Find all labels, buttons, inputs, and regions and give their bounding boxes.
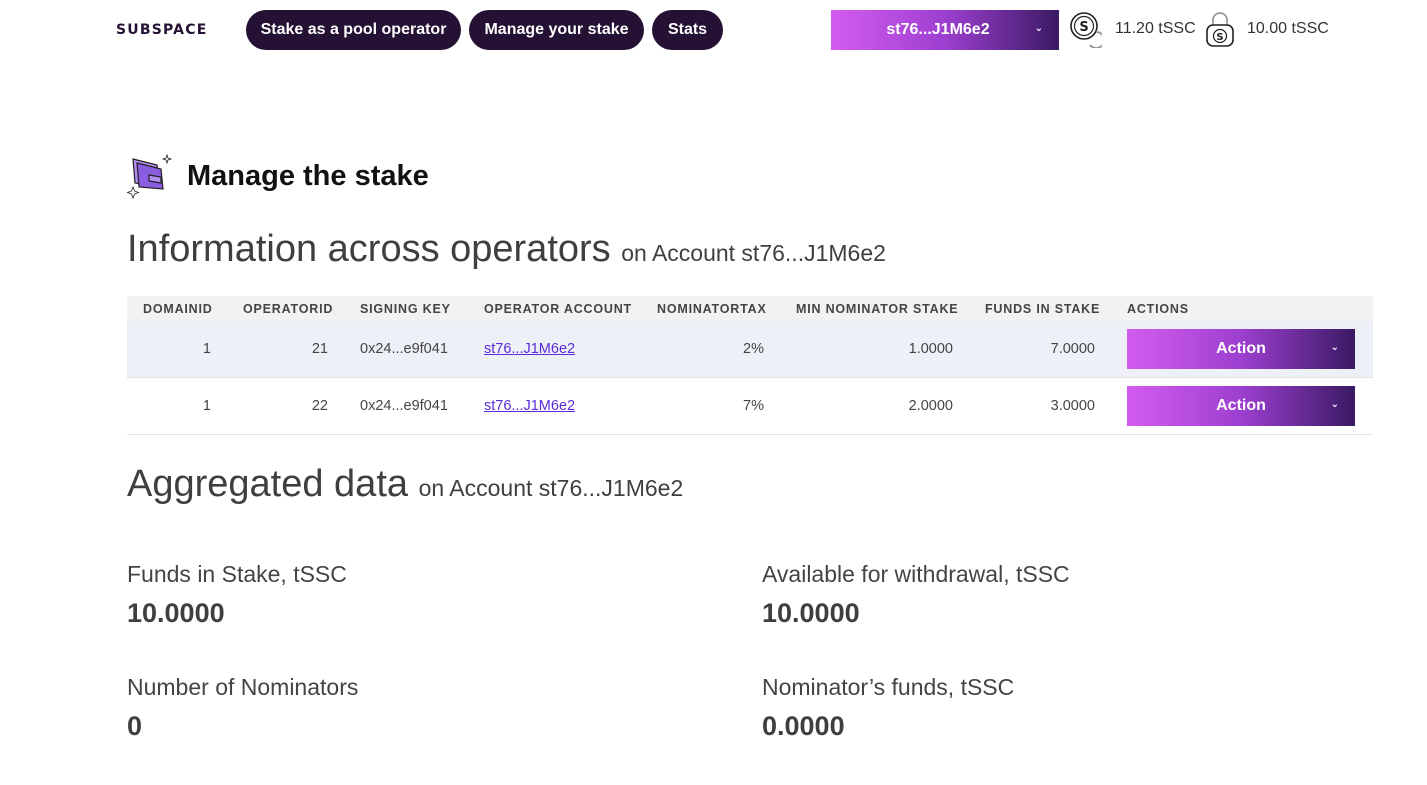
action-button[interactable]: Action ⌄ [1127,386,1355,426]
chevron-down-icon: ⌄ [1034,23,1043,34]
stat-value-nominators-funds: 0.0000 [762,711,845,741]
nav-stats-button[interactable]: Stats [652,10,723,50]
aggregated-section-title: Aggregated data on Account st76...J1M6e2 [127,463,683,506]
col-signing-key: SIGNING KEY [360,301,451,316]
chevron-down-icon: ⌄ [1330,342,1339,353]
cell-min-nominator-stake: 2.0000 [908,398,953,414]
stat-label-available-withdrawal: Available for withdrawal, tSSC [762,561,1070,587]
nav-stake-pool-operator-button[interactable]: Stake as a pool operator [246,10,461,50]
operator-account-link[interactable]: st76...J1M6e2 [484,341,575,357]
cell-domainid: 1 [202,341,211,357]
svg-text:S: S [1079,20,1088,35]
cell-operatorid: 21 [311,341,328,357]
col-operatorid: OPERATORID [243,301,334,316]
locked-coin-icon: S [1206,12,1234,47]
aggregated-title: Aggregated data [127,463,409,505]
cell-signing-key: 0x24...e9f041 [360,398,448,414]
cell-nominatortax: 7% [743,398,764,414]
stat-label-nominators-funds: Nominator’s funds, tSSC [762,674,1015,700]
info-section-title: Information across operators on Account … [127,228,886,271]
svg-text:S: S [1216,32,1223,43]
table-row: 1 22 0x24...e9f041 st76...J1M6e2 7% 2.00… [127,378,1373,435]
cell-funds-in-stake: 7.0000 [1050,341,1095,357]
col-actions: ACTIONS [1127,301,1189,316]
table-header: DOMAINID OPERATORID SIGNING KEY OPERATOR… [127,296,1373,321]
col-domainid: DOMAINID [143,301,213,316]
subspace-logo[interactable]: SUBSPACE [116,22,207,38]
cell-min-nominator-stake: 1.0000 [908,341,953,357]
coin-icon: S [1070,12,1102,48]
balance-staked: 10.00 tSSC [1247,20,1329,37]
stat-value-num-nominators: 0 [127,711,143,741]
page-title: Manage the stake [187,160,429,192]
info-subtitle: on Account st76...J1M6e2 [621,240,886,266]
cell-domainid: 1 [202,398,211,414]
account-selector[interactable]: st76...J1M6e2 ⌄ [831,10,1059,50]
col-nominatortax: NOMINATORTAX [657,301,767,316]
col-funds-in-stake: FUNDS IN STAKE [985,301,1101,316]
balance-total: 11.20 tSSC [1115,20,1196,37]
wallet-icon [127,153,173,199]
operators-table: DOMAINID OPERATORID SIGNING KEY OPERATOR… [127,296,1373,435]
cell-signing-key: 0x24...e9f041 [360,341,448,357]
stat-label-num-nominators: Number of Nominators [127,674,359,700]
cell-funds-in-stake: 3.0000 [1050,398,1095,414]
action-button[interactable]: Action ⌄ [1127,329,1355,369]
stat-value-funds-in-stake: 10.0000 [127,598,225,628]
stat-label-funds-in-stake: Funds in Stake, tSSC [127,561,347,587]
table-row: 1 21 0x24...e9f041 st76...J1M6e2 2% 1.00… [127,321,1373,378]
chevron-down-icon: ⌄ [1330,399,1339,410]
operator-account-link[interactable]: st76...J1M6e2 [484,398,575,414]
account-selector-label: st76...J1M6e2 [886,21,990,38]
action-label: Action [1216,340,1266,357]
info-title: Information across operators [127,228,611,270]
aggregated-subtitle: on Account st76...J1M6e2 [418,475,684,501]
stat-value-available-withdrawal: 10.0000 [762,598,860,628]
cell-operatorid: 22 [311,398,328,414]
action-label: Action [1216,397,1266,414]
nav-manage-stake-button[interactable]: Manage your stake [469,10,644,50]
col-min-nominator-stake: MIN NOMINATOR STAKE [796,301,959,316]
cell-nominatortax: 2% [743,341,764,357]
col-operator-account: OPERATOR ACCOUNT [484,301,632,316]
